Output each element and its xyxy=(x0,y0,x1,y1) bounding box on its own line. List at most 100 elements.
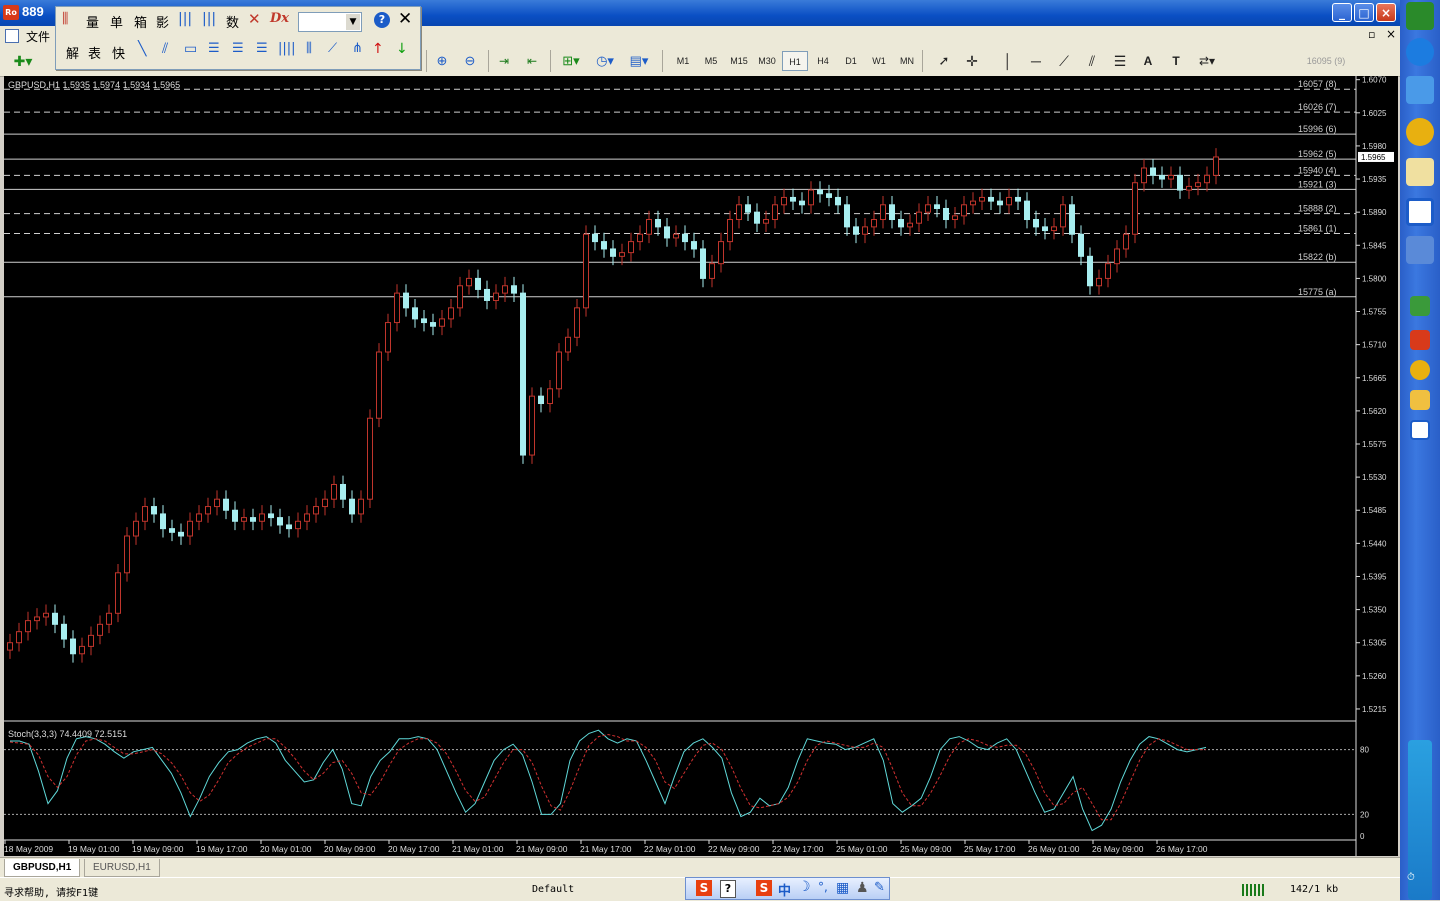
candle xyxy=(1204,174,1210,184)
ime-s-icon[interactable]: S xyxy=(696,880,712,896)
mdi-close-icon[interactable]: × xyxy=(1386,27,1396,41)
candle xyxy=(799,200,805,206)
dx-icon[interactable]: Dx xyxy=(270,11,289,26)
text-icon[interactable]: A xyxy=(1138,51,1158,71)
tab-gbpusd[interactable]: GBPUSD,H1 xyxy=(4,859,81,877)
chart-window[interactable]: 16057 (8) 16026 (7) 15996 (6) 15962 (5) 1594… xyxy=(4,76,1398,856)
candle xyxy=(1105,263,1111,279)
ime-mode-icon[interactable]: 中 xyxy=(778,880,791,899)
draw-fibo-icon[interactable]: ☰ xyxy=(208,41,220,56)
floatbar-item-2[interactable]: 单 xyxy=(110,12,123,31)
timeframe-w1-button[interactable]: W1 xyxy=(866,51,892,71)
time-tick-label: 22 May 17:00 xyxy=(772,844,824,854)
draw-fibo3-icon[interactable]: ☰ xyxy=(256,41,268,56)
floatbar-item-1[interactable]: 量 xyxy=(86,12,99,31)
vertical-line-icon[interactable]: │ xyxy=(998,51,1018,71)
ime-skin-icon[interactable]: ♟ xyxy=(856,880,869,896)
floatbar-item-8[interactable]: 快 xyxy=(112,43,125,62)
tray-icon-1[interactable] xyxy=(1410,296,1430,316)
ime-tools-icon[interactable]: ✎ xyxy=(874,880,885,895)
trendline-icon[interactable]: ⟋ xyxy=(1054,51,1074,71)
tab-eurusd[interactable]: EURUSD,H1 xyxy=(84,859,160,877)
ime-punct-icon[interactable]: °, xyxy=(818,880,828,894)
chart-shift-icon[interactable]: ⇤ xyxy=(522,51,542,71)
bars2-icon[interactable]: ||| xyxy=(202,11,216,27)
floatbar-item-4[interactable]: 影 xyxy=(156,12,169,31)
folder-icon[interactable] xyxy=(1410,390,1430,410)
timeframe-m30-button[interactable]: M30 xyxy=(754,51,780,71)
ie-icon[interactable] xyxy=(1406,38,1434,66)
floatbar-item-7[interactable]: 表 xyxy=(88,43,101,62)
minimize-button[interactable]: _ xyxy=(1332,3,1352,22)
chess-icon[interactable] xyxy=(1406,198,1434,226)
timeframe-mn-button[interactable]: MN xyxy=(894,51,920,71)
candle xyxy=(241,517,247,522)
floatbar-close-icon[interactable]: ✕ xyxy=(398,9,412,29)
tray-icon-2[interactable] xyxy=(1410,330,1430,350)
ime-s2-icon[interactable]: S xyxy=(756,880,772,896)
timeframe-h4-button[interactable]: H4 xyxy=(810,51,836,71)
draw-rect-icon[interactable]: ▭ xyxy=(184,41,197,57)
fibonacci-icon[interactable]: ☰ xyxy=(1110,51,1130,71)
periods-icon[interactable]: ◷▾ xyxy=(592,51,618,71)
candle xyxy=(1024,200,1030,221)
new-chart-icon[interactable]: ✚▾ xyxy=(8,51,38,71)
candle xyxy=(826,193,832,198)
mdi-restore-icon[interactable]: ▫ xyxy=(1368,28,1375,41)
winxp-logo-icon[interactable] xyxy=(1406,2,1434,30)
floatbar-item-6[interactable]: 解 xyxy=(66,43,79,62)
draw-pitchfork-icon[interactable]: ⋔ xyxy=(352,41,363,56)
paint-icon[interactable] xyxy=(1406,158,1434,186)
arrow-down-icon[interactable]: ↓ xyxy=(396,41,408,57)
ime-help-icon[interactable]: ? xyxy=(720,880,736,898)
close-button[interactable]: × xyxy=(1376,3,1396,22)
draw-gann-icon[interactable]: ⫼ xyxy=(306,41,312,56)
help-icon[interactable]: ? xyxy=(374,12,390,28)
floatbar-item-5[interactable]: 数 xyxy=(226,12,239,31)
floatbar-dropdown[interactable]: ▼ xyxy=(298,12,362,32)
ime-keyboard-icon[interactable]: ▦ xyxy=(836,880,849,896)
draw-fan-icon[interactable]: ⟋ xyxy=(328,41,337,56)
zoom-out-icon[interactable]: ⊖ xyxy=(460,51,480,71)
autoscroll-icon[interactable]: ⇥ xyxy=(494,51,514,71)
bars-icon[interactable]: ||| xyxy=(178,11,192,27)
zoom-in-icon[interactable]: ⊕ xyxy=(432,51,452,71)
templates-icon[interactable]: ▤▾ xyxy=(626,51,652,71)
candle xyxy=(556,351,562,390)
chart-svg[interactable]: 16057 (8) 16026 (7) 15996 (6) 15962 (5) 1594… xyxy=(4,76,1398,856)
timeframe-m15-button[interactable]: M15 xyxy=(726,51,752,71)
candle xyxy=(385,322,391,353)
text-label-icon[interactable]: T xyxy=(1166,51,1186,71)
arrows-icon[interactable]: ⇄▾ xyxy=(1194,51,1220,71)
draw-fibo2-icon[interactable]: ☰ xyxy=(232,41,244,56)
tray-icon-3[interactable] xyxy=(1410,360,1430,380)
timeframe-m5-button[interactable]: M5 xyxy=(698,51,724,71)
indicators-icon[interactable]: ⊞▾ xyxy=(558,51,584,71)
candle xyxy=(1195,182,1201,187)
timeframe-d1-button[interactable]: D1 xyxy=(838,51,864,71)
timeframe-m1-button[interactable]: M1 xyxy=(670,51,696,71)
horizontal-line-icon[interactable]: ─ xyxy=(1026,51,1046,71)
candle xyxy=(925,204,931,213)
candle xyxy=(286,524,292,530)
media-icon[interactable] xyxy=(1406,118,1434,146)
draw-parallel-icon[interactable]: ⫽ xyxy=(162,41,168,57)
draw-line-icon[interactable]: ╲ xyxy=(138,41,146,57)
ime-moon-icon[interactable]: ☽ xyxy=(798,879,811,895)
floatbar-item-3[interactable]: 箱 xyxy=(134,12,147,31)
home-icon[interactable] xyxy=(1406,236,1434,264)
cross-icon[interactable]: ✕ xyxy=(248,10,261,28)
word-icon[interactable] xyxy=(1410,420,1430,440)
timeframe-h1-button[interactable]: H1 xyxy=(782,51,808,71)
maximize-button[interactable]: □ xyxy=(1354,3,1374,22)
draw-bars-icon[interactable]: |||| xyxy=(278,41,296,56)
arrow-up-icon[interactable]: ↑ xyxy=(372,41,384,57)
candles-icon[interactable]: ⫼ xyxy=(62,11,68,27)
candle xyxy=(718,241,724,265)
channel-icon[interactable]: ⫽ xyxy=(1082,51,1102,71)
cursor-icon[interactable]: ➚ xyxy=(934,51,954,71)
crosshair-icon[interactable]: ✛ xyxy=(962,51,982,71)
ime-toolbar[interactable]: S ? S 中 ☽ °, ▦ ♟ ✎ xyxy=(685,877,890,900)
menu-file[interactable]: 文件 xyxy=(26,28,50,45)
app-refresh-icon[interactable] xyxy=(1406,76,1434,104)
